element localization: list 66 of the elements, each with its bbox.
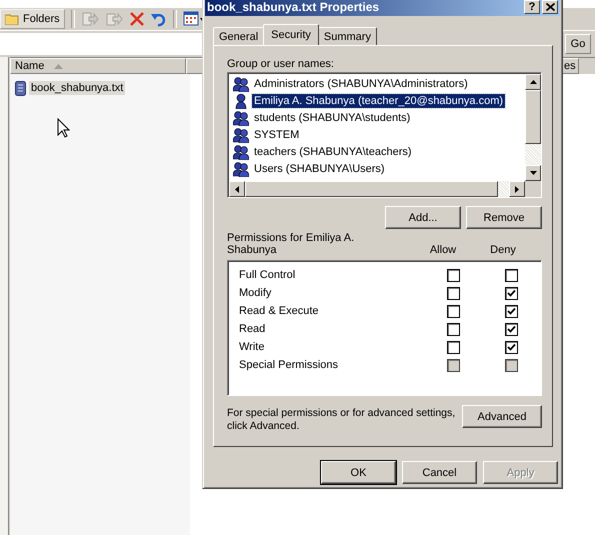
permissions-label: Permissions for Emiliya A. Shabunya xyxy=(227,232,356,256)
scrollbar-corner xyxy=(525,181,541,197)
checkbox[interactable] xyxy=(447,304,460,318)
checkbox[interactable] xyxy=(447,340,460,354)
permission-name: Read & Execute xyxy=(238,305,320,317)
checkbox[interactable] xyxy=(505,268,518,282)
scroll-left-icon[interactable] xyxy=(235,186,239,192)
checkbox[interactable] xyxy=(447,322,460,336)
checkbox[interactable] xyxy=(447,286,460,300)
remove-button[interactable]: Remove xyxy=(466,206,542,229)
user-list-item[interactable]: Administrators (SHABUNYA\Administrators) xyxy=(252,76,470,90)
checkbox[interactable] xyxy=(505,340,518,354)
folders-button[interactable]: Folders xyxy=(0,9,65,29)
user-list-item[interactable]: teachers (SHABUNYA\teachers) xyxy=(252,144,414,158)
group-icon xyxy=(233,126,249,142)
checkbox[interactable] xyxy=(505,322,518,336)
close-icon xyxy=(546,3,554,11)
permission-name: Modify xyxy=(238,287,272,299)
mouse-pointer-icon xyxy=(57,118,70,138)
checkbox[interactable] xyxy=(447,268,460,282)
checkbox[interactable] xyxy=(505,304,518,318)
delete-icon[interactable] xyxy=(128,11,145,27)
scroll-right-icon[interactable] xyxy=(515,186,519,192)
allow-column-header: Allow xyxy=(428,244,458,256)
views-icon[interactable] xyxy=(182,11,205,27)
add-button[interactable]: Add... xyxy=(385,206,461,229)
window-title: book_shabunya.txt Properties xyxy=(207,0,380,14)
scroll-thumb[interactable] xyxy=(245,181,498,197)
text-file-icon xyxy=(15,80,26,96)
deny-column-header: Deny xyxy=(489,244,517,256)
permission-name: Full Control xyxy=(238,269,296,281)
tab[interactable]: Summary xyxy=(318,27,377,45)
advanced-note: For special permissions or for advanced settings, click Advanced. xyxy=(227,407,456,433)
folder-icon xyxy=(5,13,19,25)
horizontal-scrollbar[interactable] xyxy=(229,181,541,197)
dialog-button[interactable]: Cancel xyxy=(402,461,477,484)
help-button[interactable]: ? xyxy=(524,0,540,14)
scroll-up-icon[interactable] xyxy=(530,80,536,84)
advanced-button[interactable]: Advanced xyxy=(462,405,542,428)
group-icon xyxy=(233,110,249,126)
close-button[interactable] xyxy=(542,0,558,14)
group-icon xyxy=(233,160,249,176)
tab[interactable]: General xyxy=(213,27,264,45)
name-column-header[interactable]: Name xyxy=(10,58,186,74)
group-icon xyxy=(233,76,249,92)
file-name[interactable]: book_shabunya.txt xyxy=(29,81,126,95)
go-button[interactable]: Go xyxy=(565,34,591,54)
permission-name: Read xyxy=(238,323,266,335)
permission-name: Write xyxy=(238,341,266,353)
dialog-button[interactable]: OK xyxy=(321,461,396,484)
user-list-item[interactable]: SYSTEM xyxy=(252,128,302,142)
checkbox[interactable] xyxy=(505,286,518,300)
user-list-item[interactable]: Emiliya A. Shabunya (teacher_20@shabunya.com) xyxy=(252,94,506,108)
scroll-down-icon[interactable] xyxy=(530,171,536,175)
permission-name: Special Permissions xyxy=(238,359,340,371)
scroll-thumb[interactable] xyxy=(525,90,541,144)
undo-icon[interactable] xyxy=(150,11,167,27)
user-list-item[interactable]: Users (SHABUNYA\Users) xyxy=(252,162,387,176)
user-icon xyxy=(233,92,249,108)
group-icon xyxy=(233,144,249,160)
sort-ascending-icon xyxy=(54,64,64,68)
group-label: Group or user names: xyxy=(227,58,335,72)
scroll-track[interactable] xyxy=(498,181,509,197)
tab[interactable]: Security xyxy=(263,24,319,45)
user-list-item[interactable]: students (SHABUNYA\students) xyxy=(252,110,412,124)
vertical-scrollbar[interactable] xyxy=(525,74,541,181)
